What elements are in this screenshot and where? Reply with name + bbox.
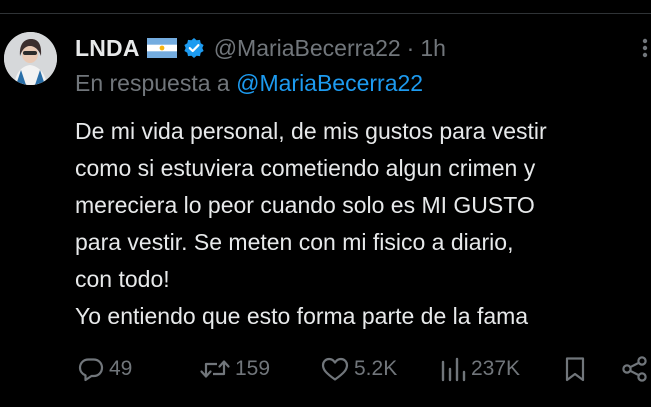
reply-button[interactable]: 49 [77, 352, 132, 386]
action-bar: 49 159 5.2K 237K [0, 352, 651, 386]
views-icon [439, 355, 467, 383]
separator-dot: · [406, 34, 415, 61]
tweet-text: De mi vida personal, de mis gustos para … [75, 113, 651, 335]
views-button[interactable]: 237K [439, 352, 520, 386]
argentina-flag-icon [146, 38, 177, 58]
avatar[interactable] [4, 32, 57, 85]
bookmark-button[interactable] [562, 352, 588, 386]
tweet-header: LNDA @MariaBecerra22 · 1h [75, 33, 446, 63]
share-button[interactable] [620, 352, 650, 386]
tweet-text-line: De mi vida personal, de mis gustos para … [75, 118, 547, 144]
repost-count: 159 [235, 357, 271, 380]
reply-prefix: En respuesta a [75, 70, 230, 96]
tweet-screen: LNDA @MariaBecerra22 · 1h En respuesta a… [0, 0, 651, 407]
reply-icon [77, 355, 105, 383]
repost-icon [199, 355, 231, 383]
bookmark-icon [562, 355, 588, 383]
repost-button[interactable]: 159 [199, 352, 270, 386]
tweet-text-line: con todo! [75, 266, 170, 292]
display-name[interactable]: LNDA [75, 35, 140, 62]
reply-context: En respuesta a @MariaBecerra22 [75, 70, 423, 97]
top-divider [0, 13, 651, 14]
timestamp[interactable]: 1h [420, 35, 446, 62]
share-icon [620, 355, 650, 383]
tweet-text-line: Yo entiendo que esto forma parte de la f… [75, 303, 529, 329]
tweet-text-line: mereciera lo peor cuando solo es MI GUST… [75, 192, 535, 218]
reply-count: 49 [109, 357, 133, 380]
heart-icon [320, 355, 350, 383]
user-handle[interactable]: @MariaBecerra22 [214, 35, 401, 62]
tweet-text-line: como si estuviera cometiendo algun crime… [75, 155, 536, 181]
tweet-text-line: para vestir. Se meten con mi fisico a di… [75, 229, 514, 255]
verified-badge-icon [183, 37, 205, 59]
like-button[interactable]: 5.2K [320, 352, 397, 386]
reply-mention-link[interactable]: @MariaBecerra22 [236, 70, 423, 96]
more-icon[interactable] [639, 36, 651, 60]
like-count: 5.2K [354, 357, 398, 380]
views-count: 237K [471, 357, 521, 380]
